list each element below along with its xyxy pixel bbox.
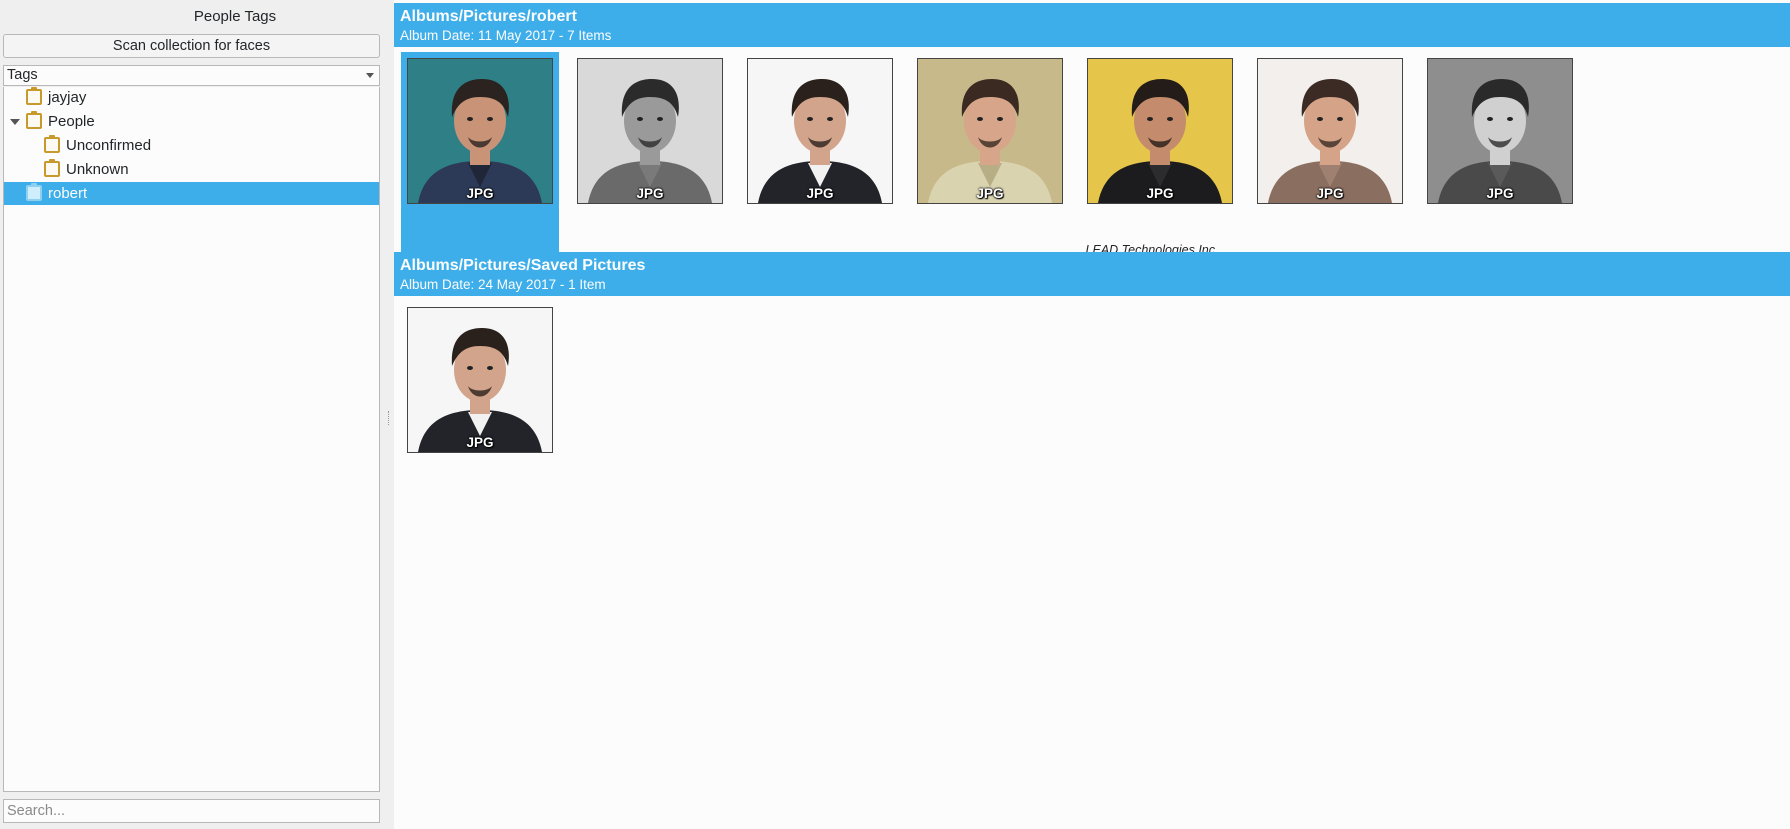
tag-tree-item-jayjay[interactable]: jayjay	[4, 86, 379, 109]
thumbnail-image: JPG	[917, 58, 1063, 204]
people-tags-panel: People Tags Scan collection for faces Ta…	[0, 0, 385, 829]
file-type-badge: JPG	[1146, 186, 1174, 201]
splitter-grip-icon	[388, 411, 391, 425]
chevron-down-icon	[366, 73, 374, 78]
file-type-badge: JPG	[1316, 186, 1344, 201]
tags-combo-label: Tags	[7, 67, 38, 83]
file-type-badge: JPG	[466, 435, 494, 450]
tag-label: Unconfirmed	[66, 137, 152, 154]
tag-tree-item-unknown[interactable]: Unknown	[4, 158, 379, 181]
thumbnail-image: JPG	[577, 58, 723, 204]
album-title: Albums/Pictures/Saved Pictures	[400, 257, 646, 274]
album-header[interactable]: Albums/Pictures/robert Album Date: 11 May…	[394, 3, 1790, 47]
thumbnail-item[interactable]: JPG	[1251, 52, 1409, 267]
tag-icon	[44, 159, 60, 177]
tag-label: Unknown	[66, 161, 129, 178]
thumbnail-image: JPG	[1427, 58, 1573, 204]
album-date: Album Date: 24 May 2017 - 1 Item	[400, 277, 606, 292]
tag-icon	[26, 87, 42, 105]
tags-combo[interactable]: Tags	[3, 65, 380, 86]
album-date: Album Date: 11 May 2017 - 7 Items	[400, 28, 612, 43]
file-type-badge: JPG	[806, 186, 834, 201]
file-type-badge: JPG	[466, 186, 494, 201]
thumbnail-item[interactable]: JPGrobert	[911, 52, 1069, 269]
album-title: Albums/Pictures/robert	[400, 8, 577, 25]
thumbnail-item[interactable]: JPGrobert	[571, 52, 729, 269]
thumbnail-image: JPG	[747, 58, 893, 204]
thumbnail-item[interactable]: JPG LEAD Technologies Inc. …	[1081, 52, 1239, 267]
thumbnail-image: JPG	[1087, 58, 1233, 204]
tag-label: jayjay	[48, 89, 87, 106]
tag-tree-item-people[interactable]: People	[4, 110, 379, 133]
thumbnail-image: JPG	[407, 307, 553, 453]
thumbnail-item[interactable]: JPGrobert	[401, 52, 559, 269]
tag-icon	[26, 183, 42, 201]
tag-tree: jayjay People Unconfirmed Unknown robert	[3, 87, 380, 792]
search-input[interactable]	[3, 799, 380, 823]
tag-tree-item-robert[interactable]: robert	[4, 182, 379, 205]
tag-label: robert	[48, 185, 88, 202]
file-type-badge: JPG	[636, 186, 664, 201]
tag-icon	[44, 135, 60, 153]
tag-icon	[26, 111, 42, 129]
thumbnail-image: JPG	[1257, 58, 1403, 204]
album-view: Albums/Pictures/robert Album Date: 11 May…	[394, 0, 1790, 829]
file-type-badge: JPG	[976, 186, 1004, 201]
album-header[interactable]: Albums/Pictures/Saved Pictures Album Date…	[394, 252, 1790, 296]
expand-arrow-icon[interactable]	[10, 119, 20, 125]
thumbnail-item[interactable]: JPG	[1421, 52, 1579, 267]
tag-tree-item-unconfirmed[interactable]: Unconfirmed	[4, 134, 379, 157]
thumbnail-item[interactable]: JPGrobert	[741, 52, 899, 269]
scan-collection-button[interactable]: Scan collection for faces	[3, 34, 380, 58]
thumbnail-item[interactable]: JPG	[401, 301, 559, 516]
thumbnail-image: JPG	[407, 58, 553, 204]
file-type-badge: JPG	[1486, 186, 1514, 201]
tag-label: People	[48, 113, 95, 130]
